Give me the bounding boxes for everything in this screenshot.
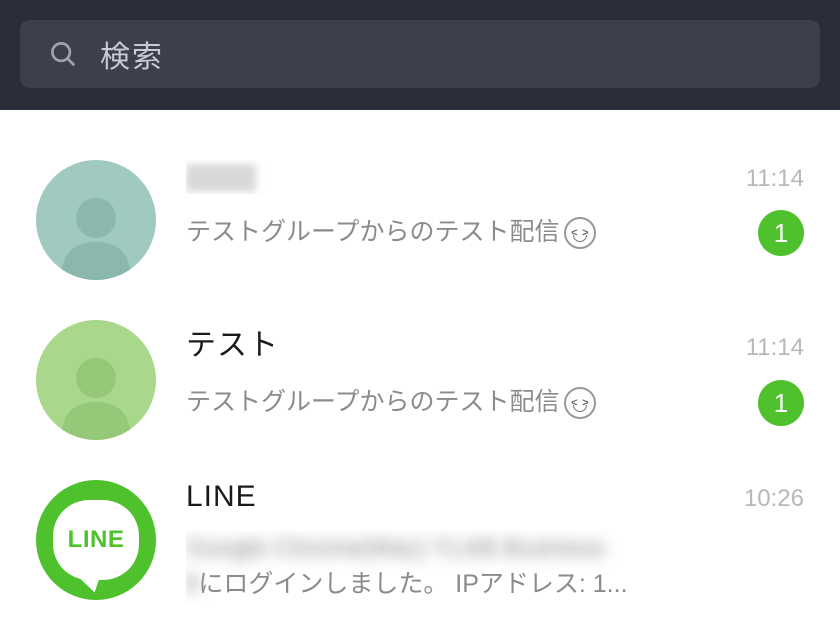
laughing-emoji-icon <box>564 387 596 419</box>
unread-badge: 1 <box>758 210 804 256</box>
chat-preview: テストグループからのテスト配信 <box>186 384 742 422</box>
chat-body: テスト 11:14 テストグループからのテスト配信 1 <box>156 320 804 426</box>
chat-preview: Google Chrome(Mac) YLAB Business Ⅱにログインし… <box>186 530 804 603</box>
search-icon <box>48 39 78 69</box>
chat-item[interactable]: あああ 11:14 テストグループからのテスト配信 1 <box>0 140 840 300</box>
unread-badge: 1 <box>758 380 804 426</box>
chat-time: 10:26 <box>744 485 804 513</box>
chat-time: 11:14 <box>746 334 804 362</box>
avatar <box>36 320 156 440</box>
search-input[interactable]: 検索 <box>20 20 820 88</box>
chat-title: テスト <box>186 320 734 364</box>
chat-list: あああ 11:14 テストグループからのテスト配信 1 テスト <box>0 110 840 623</box>
chat-preview: テストグループからのテスト配信 <box>186 214 742 252</box>
avatar <box>36 160 156 280</box>
line-logo-icon: LINE <box>53 500 139 580</box>
laughing-emoji-icon <box>564 217 596 249</box>
chat-title: あああ <box>186 160 734 194</box>
chat-time: 11:14 <box>746 165 804 193</box>
chat-item[interactable]: LINE LINE 10:26 Google Chrome(Mac) YLAB … <box>0 460 840 623</box>
chat-item[interactable]: テスト 11:14 テストグループからのテスト配信 1 <box>0 300 840 460</box>
chat-body: あああ 11:14 テストグループからのテスト配信 1 <box>156 160 804 256</box>
search-placeholder: 検索 <box>100 32 164 76</box>
avatar: LINE <box>36 480 156 600</box>
chat-title: LINE <box>186 480 732 514</box>
app-header: 検索 <box>0 0 840 110</box>
chat-body: LINE 10:26 Google Chrome(Mac) YLAB Busin… <box>156 480 804 603</box>
